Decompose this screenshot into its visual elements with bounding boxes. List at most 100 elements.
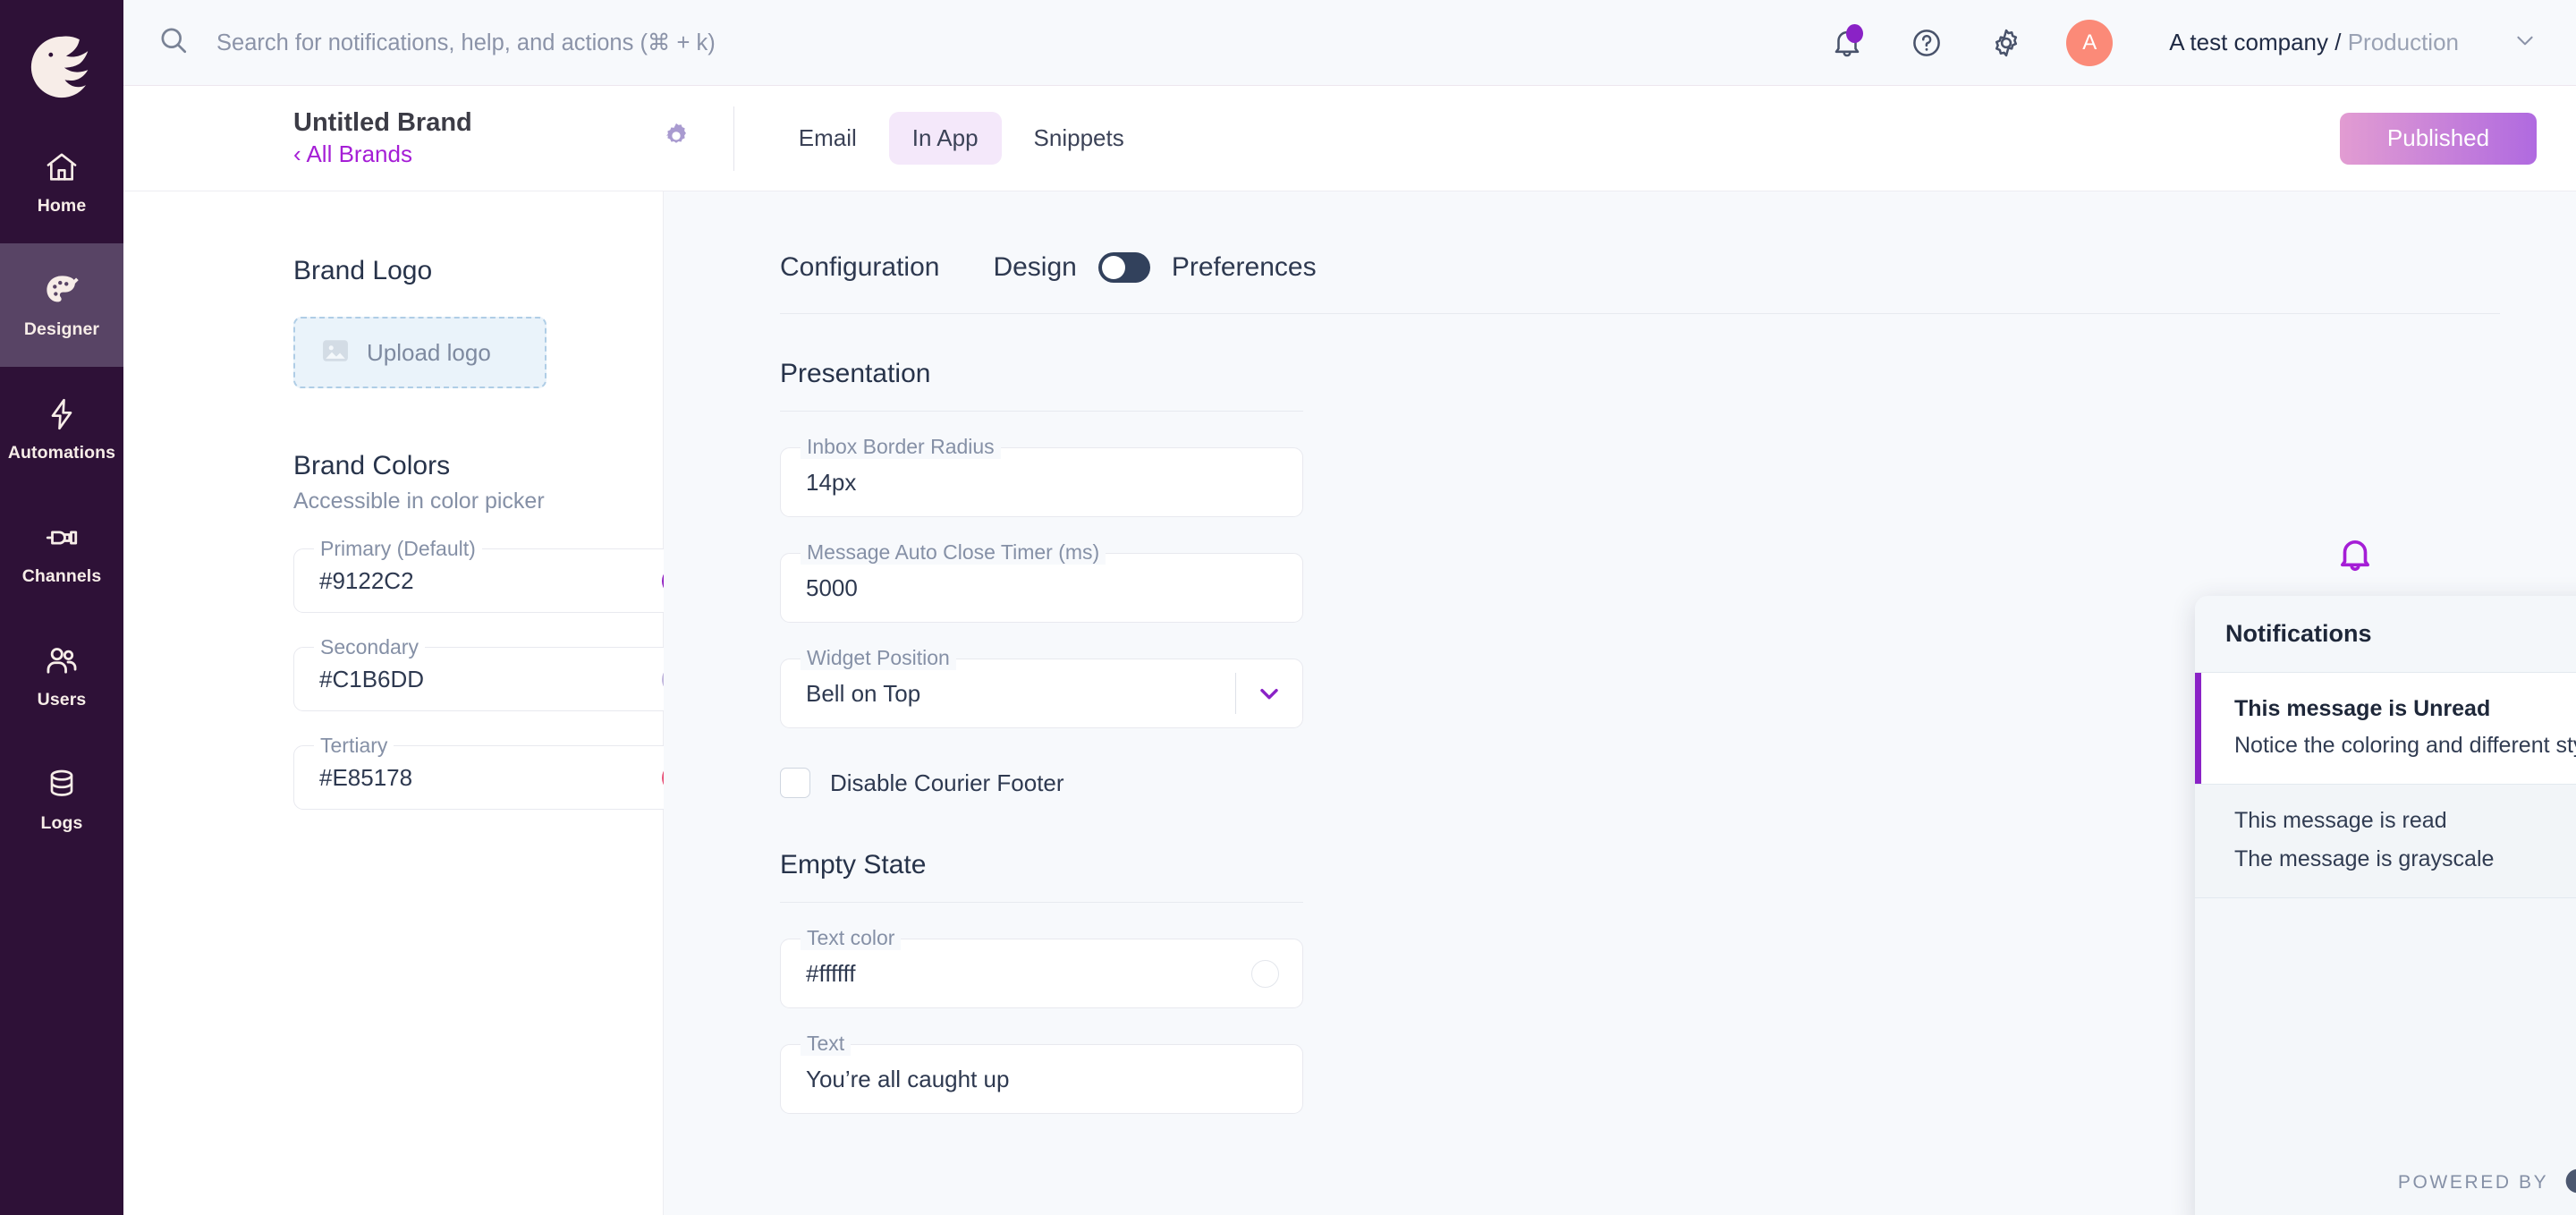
empty-state-section: Empty State Text color #ffffff Text You’… [780,850,1303,1114]
avatar[interactable]: A [2066,20,2113,66]
org-environment-selector[interactable]: A test company / Production [2169,29,2459,56]
brand-settings-panel: Brand Logo Upload logo Brand Colors Acce… [123,191,664,1215]
sidebar-item-logs[interactable]: Logs [0,737,123,861]
field-value: 14px [806,469,856,497]
disable-courier-footer-label: Disable Courier Footer [830,769,1064,797]
notification-message-read[interactable]: This message is read 1y The message is g… [2195,785,2576,898]
main-region: Search for notifications, help, and acti… [123,0,2576,1215]
field-label: Message Auto Close Timer (ms) [801,540,1106,565]
courier-logo-icon [2563,1166,2576,1201]
sidebar-item-label: Channels [22,566,102,587]
inbox-title: Notifications [2225,620,2372,648]
field-label: Text [801,1032,851,1056]
empty-state-text-field[interactable]: Text You’re all caught up [780,1044,1303,1114]
divider [733,106,734,171]
tab-snippets[interactable]: Snippets [1011,112,1148,165]
configuration-subtabs: Configuration Design Preferences [780,252,2576,283]
settings-gear-icon[interactable] [1987,23,2026,63]
courier-bird-logo-icon[interactable] [0,14,123,120]
field-value: 5000 [806,574,858,602]
content-area: Brand Logo Upload logo Brand Colors Acce… [123,191,2576,1215]
toggle-knob [1102,256,1125,279]
primary-nav-rail: Home Designer Automations [0,0,123,1215]
preview-bell-icon[interactable] [2315,523,2395,587]
notifications-bell-icon[interactable] [1827,23,1867,63]
app-root: Home Designer Automations [0,0,2576,1215]
chevron-down-icon[interactable] [1236,679,1302,708]
inbox-preview-widget: Notifications [2195,596,2576,1215]
brand-colors-subtitle: Accessible in color picker [293,489,663,514]
message-auto-close-timer-field[interactable]: Message Auto Close Timer (ms) 5000 [780,553,1303,623]
tab-in-app[interactable]: In App [889,112,1002,165]
design-mode-toggle[interactable] [1098,252,1150,283]
field-value: #C1B6DD [319,666,424,693]
sidebar-item-label: Automations [8,443,115,463]
presentation-section: Presentation Inbox Border Radius 14px Me… [780,359,1303,798]
database-icon [41,764,82,805]
color-swatch[interactable] [1251,960,1279,988]
empty-state-heading: Empty State [780,850,1303,880]
search-icon [157,24,190,61]
sidebar-item-label: Home [38,196,87,217]
field-value: #E85178 [319,764,412,792]
users-icon [41,641,82,682]
org-name: A test company [2169,29,2328,55]
field-label: Secondary [314,635,425,659]
notification-badge-dot [1846,24,1863,43]
inbox-header: Notifications [2195,596,2576,673]
chevron-down-icon[interactable] [2513,29,2537,56]
tab-preferences[interactable]: Preferences [1172,252,1317,283]
page-title: Untitled Brand [293,108,472,138]
brand-logo-heading: Brand Logo [293,256,663,286]
help-icon[interactable] [1907,23,1946,63]
field-label: Primary (Default) [314,537,482,561]
inbox-footer: POWERED BY Courier [2195,1136,2576,1215]
sidebar-item-label: Designer [24,319,99,340]
notification-message-unread[interactable]: This message is Unread 1y Notice the col… [2195,673,2576,785]
secondary-color-field[interactable]: Secondary #C1B6DD [293,647,716,711]
divider [780,411,1303,412]
sidebar-item-label: Logs [41,813,83,834]
all-brands-back-link[interactable]: ‹ All Brands [293,140,472,168]
published-button[interactable]: Published [2340,113,2537,165]
widget-position-select[interactable]: Widget Position Bell on Top [780,658,1303,728]
image-icon [318,334,352,372]
message-title: This message is Unread [2234,696,2490,722]
tertiary-color-field[interactable]: Tertiary #E85178 [293,745,716,810]
sidebar-item-users[interactable]: Users [0,614,123,737]
inbox-border-radius-field[interactable]: Inbox Border Radius 14px [780,447,1303,517]
presentation-heading: Presentation [780,359,1303,389]
divider [780,313,2500,314]
empty-state-text-color-field[interactable]: Text color #ffffff [780,939,1303,1008]
brand-settings-gear-icon[interactable] [660,120,692,157]
field-value: Bell on Top [806,680,920,708]
field-value: #ffffff [806,960,855,988]
disable-courier-footer-row[interactable]: Disable Courier Footer [780,768,1303,798]
upload-logo-label: Upload logo [367,339,491,367]
field-value: #9122C2 [319,567,414,595]
message-header-row: This message is read 1y [2234,808,2576,836]
field-label: Tertiary [314,734,394,758]
upload-logo-dropzone[interactable]: Upload logo [293,317,547,388]
global-topbar: Search for notifications, help, and acti… [123,0,2576,86]
tab-configuration[interactable]: Configuration [780,252,939,283]
tab-email[interactable]: Email [775,112,880,165]
in-app-configuration-panel: Configuration Design Preferences Present… [664,191,2576,1215]
sidebar-item-automations[interactable]: Automations [0,367,123,490]
tab-design[interactable]: Design [993,252,1076,283]
search-input-placeholder[interactable]: Search for notifications, help, and acti… [216,30,716,56]
brand-header: Untitled Brand ‹ All Brands Email In App… [123,86,2576,191]
sidebar-item-designer[interactable]: Designer [0,243,123,367]
lightning-icon [41,394,82,435]
disable-courier-footer-checkbox[interactable] [780,768,810,798]
plug-icon [41,517,82,558]
sidebar-item-channels[interactable]: Channels [0,490,123,614]
divider [780,902,1303,903]
primary-color-field[interactable]: Primary (Default) #9122C2 [293,548,716,613]
global-search[interactable]: Search for notifications, help, and acti… [157,24,1827,61]
palette-icon [41,270,82,311]
field-label: Widget Position [801,646,956,670]
field-value: You’re all caught up [806,1066,1009,1093]
sidebar-item-home[interactable]: Home [0,120,123,243]
message-body: The message is grayscale [2234,846,2576,872]
